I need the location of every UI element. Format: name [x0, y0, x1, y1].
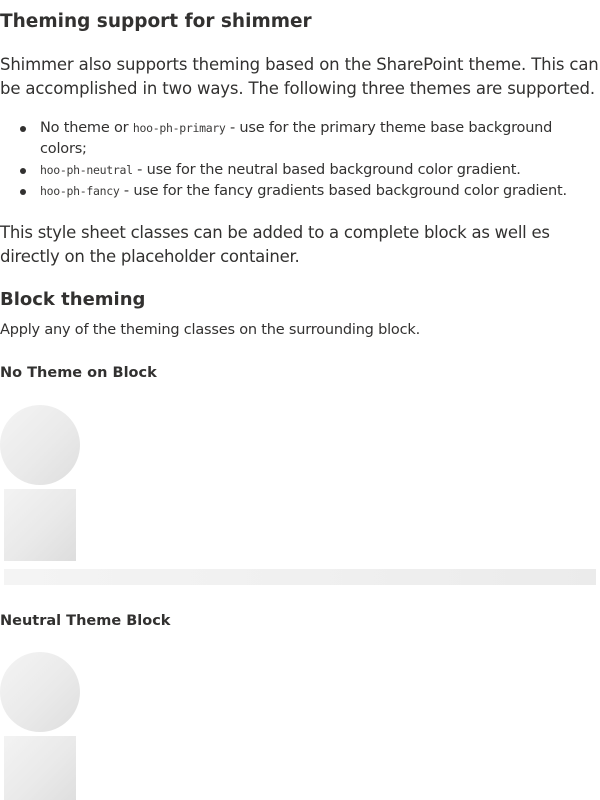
- demo-title-no-theme: No Theme on Block: [0, 365, 157, 381]
- theme-description: - use for the neutral based background c…: [132, 162, 521, 178]
- intro-paragraph: Shimmer also supports theming based on t…: [0, 55, 599, 98]
- theme-list-item-primary: No theme or hoo-ph-primary - use for the…: [0, 118, 600, 160]
- placeholder-circle: [0, 652, 80, 732]
- theme-list-item-neutral: hoo-ph-neutral - use for the neutral bas…: [0, 160, 600, 181]
- usage-paragraph: This style sheet classes can be added to…: [0, 223, 550, 266]
- theme-description: - use for the fancy gradients based back…: [119, 183, 567, 199]
- documentation-page: Theming support for shimmer Shimmer also…: [0, 0, 600, 800]
- theme-prefix: No theme or: [40, 120, 133, 136]
- placeholder-bar: [4, 569, 596, 585]
- theme-class-code: hoo-ph-primary: [132, 121, 226, 135]
- theme-list-item-fancy: hoo-ph-fancy - use for the fancy gradien…: [0, 181, 600, 202]
- theme-list: No theme or hoo-ph-primary - use for the…: [0, 118, 600, 202]
- theme-class-code: hoo-ph-fancy: [40, 184, 120, 198]
- placeholder-square: [4, 489, 76, 561]
- placeholder-circle: [0, 405, 80, 485]
- theme-class-code: hoo-ph-neutral: [40, 163, 133, 177]
- placeholder-square: [4, 736, 76, 800]
- block-theming-description: Apply any of the theming classes on the …: [0, 322, 420, 338]
- block-theming-title: Block theming: [0, 289, 146, 310]
- section-title: Theming support for shimmer: [0, 11, 312, 32]
- demo-title-neutral-theme: Neutral Theme Block: [0, 613, 171, 629]
